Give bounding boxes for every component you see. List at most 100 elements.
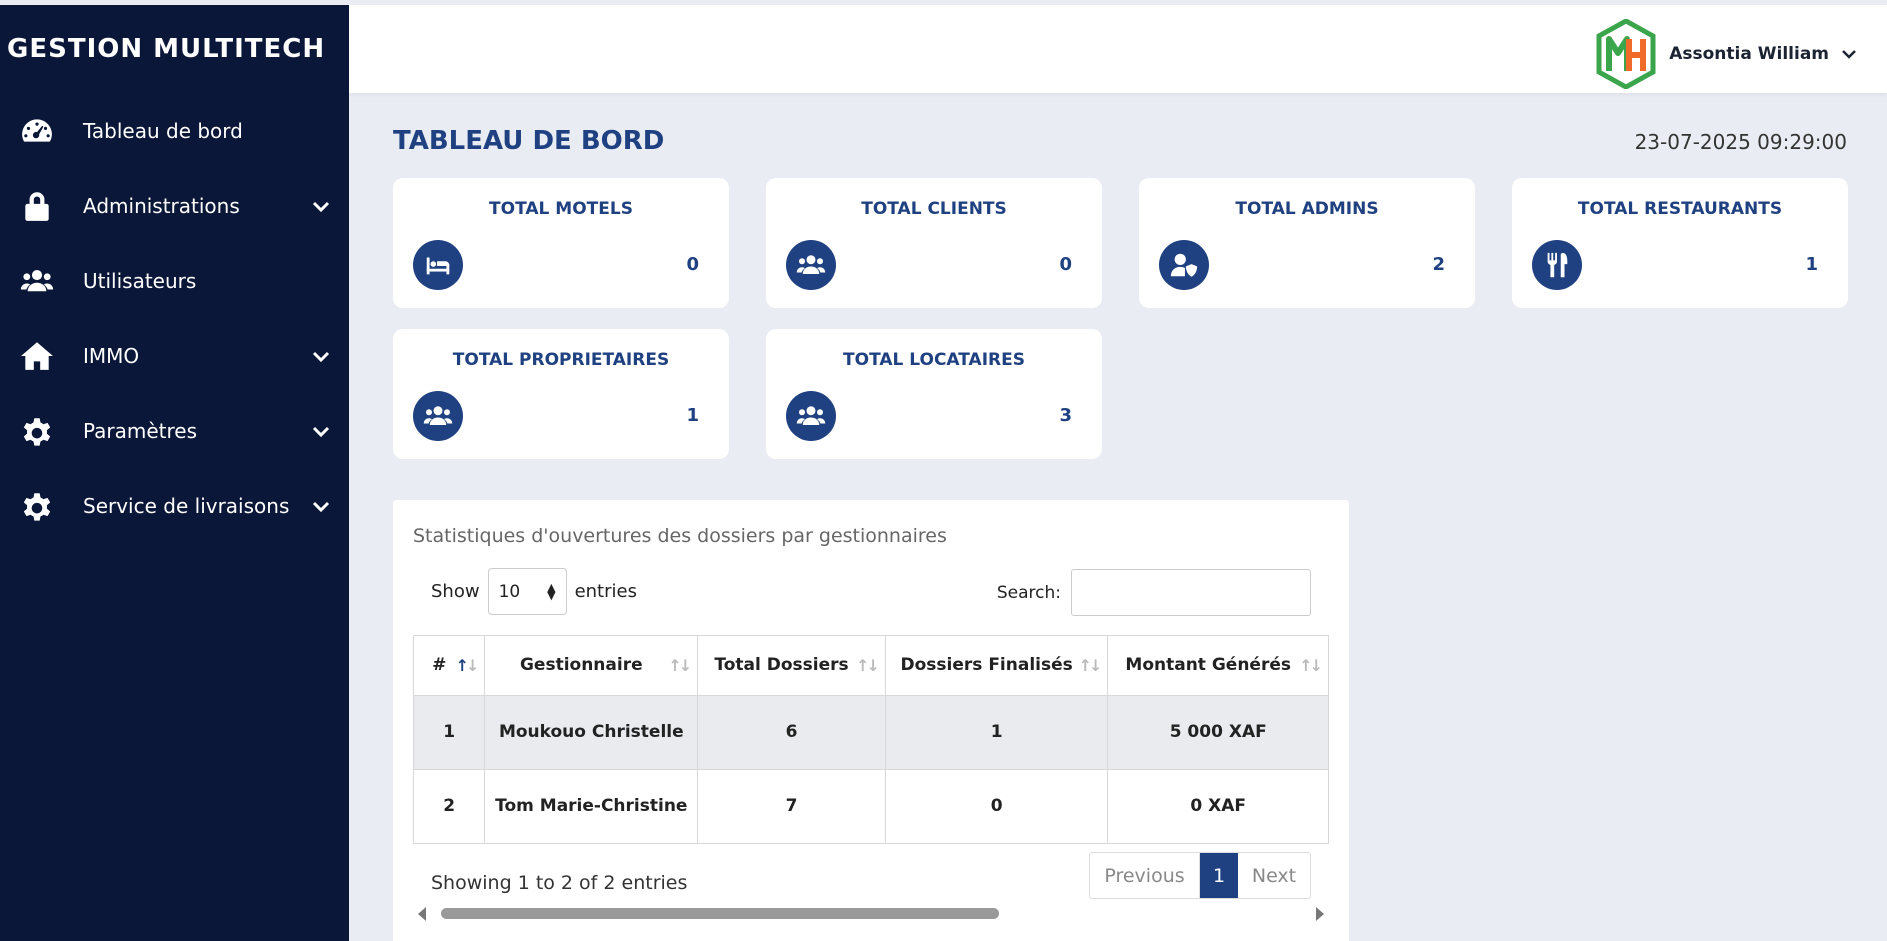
sidebar-item-label: IMMO bbox=[83, 343, 140, 368]
sidebar-item-immo[interactable]: IMMO bbox=[0, 318, 349, 393]
sidebar-item-label: Paramètres bbox=[83, 418, 198, 443]
sidebar-item-label: Service de livraisons bbox=[83, 493, 290, 518]
card-total-motels: TOTAL MOTELS 0 bbox=[393, 178, 729, 308]
pagination-previous[interactable]: Previous bbox=[1090, 853, 1200, 898]
cell-index: 2 bbox=[414, 769, 486, 843]
gear-icon bbox=[19, 488, 55, 524]
users-icon bbox=[413, 391, 463, 441]
datetime: 23-07-2025 09:29:00 bbox=[1634, 130, 1847, 154]
search-control: Search: bbox=[997, 569, 1311, 616]
cell-montant-generes: 0 XAF bbox=[1107, 769, 1329, 843]
sort-icon: ↑↓ bbox=[1299, 656, 1323, 675]
column-header-index[interactable]: # ↑↓ bbox=[414, 636, 486, 696]
card-value: 0 bbox=[686, 254, 699, 275]
chevron-down-icon bbox=[311, 421, 331, 441]
chevron-down-icon bbox=[311, 196, 331, 216]
sort-icon: ↑↓ bbox=[1078, 656, 1103, 675]
column-header-label: Montant Générés bbox=[1125, 655, 1291, 676]
entries-select-value: 10 bbox=[498, 581, 521, 602]
table-row: 1 Moukouo Christelle 6 1 5 000 XAF bbox=[414, 695, 1329, 770]
table-scroll-area: # ↑↓ Gestionnaire ↑↓ Total Dossiers ↑↓ D… bbox=[413, 635, 1329, 844]
column-header-label: Total Dossiers bbox=[714, 655, 849, 676]
sidebar-item-parametres[interactable]: Paramètres bbox=[0, 393, 349, 468]
sidebar: GESTION MULTITECH Tableau de bord Admini… bbox=[0, 5, 349, 941]
card-value: 1 bbox=[686, 405, 699, 426]
sidebar-item-label: Administrations bbox=[83, 193, 240, 218]
user-name: Assontia William bbox=[1669, 44, 1829, 64]
entries-length-control: Show 10 ▲ ▼ entries bbox=[431, 568, 637, 615]
show-label: Show bbox=[431, 581, 480, 602]
sidebar-item-tableau-de-bord[interactable]: Tableau de bord bbox=[0, 93, 349, 168]
cell-dossiers-finalises: 0 bbox=[885, 769, 1109, 843]
card-value: 0 bbox=[1059, 254, 1072, 275]
brand-title: GESTION MULTITECH bbox=[7, 34, 326, 64]
scroll-left-icon[interactable] bbox=[418, 907, 426, 921]
sidebar-item-service-de-livraisons[interactable]: Service de livraisons bbox=[0, 468, 349, 543]
table-header-row: # ↑↓ Gestionnaire ↑↓ Total Dossiers ↑↓ D… bbox=[414, 636, 1329, 696]
utensils-icon bbox=[1532, 240, 1582, 290]
card-title: TOTAL PROPRIETAIRES bbox=[452, 350, 670, 370]
page-title: TABLEAU DE BORD bbox=[393, 126, 665, 156]
card-total-admins: TOTAL ADMINS 2 bbox=[1139, 178, 1475, 308]
gear-icon bbox=[19, 413, 55, 449]
table-info: Showing 1 to 2 of 2 entries bbox=[431, 872, 688, 894]
cell-gestionnaire: Tom Marie-Christine bbox=[484, 769, 699, 843]
entries-label: entries bbox=[574, 581, 637, 602]
users-icon bbox=[786, 240, 836, 290]
cell-gestionnaire: Moukouo Christelle bbox=[484, 695, 699, 770]
card-title: TOTAL RESTAURANTS bbox=[1577, 199, 1783, 219]
lock-icon bbox=[19, 188, 55, 224]
scroll-right-icon[interactable] bbox=[1316, 907, 1324, 921]
chevron-down-icon bbox=[311, 496, 331, 516]
search-input[interactable] bbox=[1071, 569, 1311, 616]
sidebar-item-label: Utilisateurs bbox=[83, 268, 197, 293]
scrollbar-thumb[interactable] bbox=[441, 908, 999, 919]
column-header-label: # bbox=[432, 655, 447, 676]
user-shield-icon bbox=[1159, 240, 1209, 290]
topbar: Assontia William bbox=[349, 5, 1887, 93]
sort-icon: ↑↓ bbox=[668, 656, 692, 675]
card-total-restaurants: TOTAL RESTAURANTS 1 bbox=[1512, 178, 1848, 308]
cell-index: 1 bbox=[414, 695, 486, 770]
pagination-next[interactable]: Next bbox=[1238, 853, 1310, 898]
panel-title: Statistiques d'ouvertures des dossiers p… bbox=[413, 525, 947, 547]
table-row: 2 Tom Marie-Christine 7 0 0 XAF bbox=[414, 769, 1329, 843]
card-title: TOTAL CLIENTS bbox=[861, 199, 1007, 219]
column-header-label: Dossiers Finalisés bbox=[900, 655, 1073, 676]
card-total-locataires: TOTAL LOCATAIRES 3 bbox=[766, 329, 1102, 459]
card-total-clients: TOTAL CLIENTS 0 bbox=[766, 178, 1102, 308]
stats-panel: Statistiques d'ouvertures des dossiers p… bbox=[393, 500, 1349, 941]
dashboard-gauge-icon bbox=[19, 113, 55, 149]
chevron-down-icon bbox=[311, 346, 331, 366]
sort-asc-icon: ↑↓ bbox=[455, 656, 480, 675]
entries-select[interactable]: 10 ▲ ▼ bbox=[487, 568, 567, 615]
bed-icon bbox=[413, 240, 463, 290]
stats-table: # ↑↓ Gestionnaire ↑↓ Total Dossiers ↑↓ D… bbox=[414, 636, 1329, 843]
chevron-down-icon bbox=[1839, 44, 1859, 64]
column-header-gestionnaire[interactable]: Gestionnaire ↑↓ bbox=[484, 636, 699, 696]
card-value: 2 bbox=[1432, 254, 1445, 275]
user-menu[interactable]: Assontia William bbox=[1595, 19, 1859, 89]
pagination: Previous 1 Next bbox=[1089, 852, 1311, 899]
mh-logo bbox=[1596, 19, 1656, 89]
sort-icon: ↑↓ bbox=[856, 656, 880, 675]
column-header-total-dossiers[interactable]: Total Dossiers ↑↓ bbox=[697, 636, 886, 696]
column-header-montant-generes[interactable]: Montant Générés ↑↓ bbox=[1107, 636, 1329, 696]
home-icon bbox=[19, 338, 55, 374]
card-title: TOTAL LOCATAIRES bbox=[843, 350, 1025, 370]
horizontal-scrollbar[interactable] bbox=[413, 904, 1329, 922]
card-value: 1 bbox=[1805, 254, 1818, 275]
pagination-page-1[interactable]: 1 bbox=[1200, 853, 1238, 898]
card-total-proprietaires: TOTAL PROPRIETAIRES 1 bbox=[393, 329, 729, 459]
users-icon bbox=[19, 263, 55, 299]
search-label: Search: bbox=[996, 582, 1061, 603]
cell-total-dossiers: 7 bbox=[697, 769, 886, 843]
sidebar-item-utilisateurs[interactable]: Utilisateurs bbox=[0, 243, 349, 318]
card-title: TOTAL ADMINS bbox=[1235, 199, 1379, 219]
users-icon bbox=[786, 391, 836, 441]
column-header-dossiers-finalises[interactable]: Dossiers Finalisés ↑↓ bbox=[885, 636, 1109, 696]
cell-total-dossiers: 6 bbox=[697, 695, 886, 770]
sidebar-item-administrations[interactable]: Administrations bbox=[0, 168, 349, 243]
cell-dossiers-finalises: 1 bbox=[885, 695, 1109, 770]
cell-montant-generes: 5 000 XAF bbox=[1107, 695, 1329, 770]
